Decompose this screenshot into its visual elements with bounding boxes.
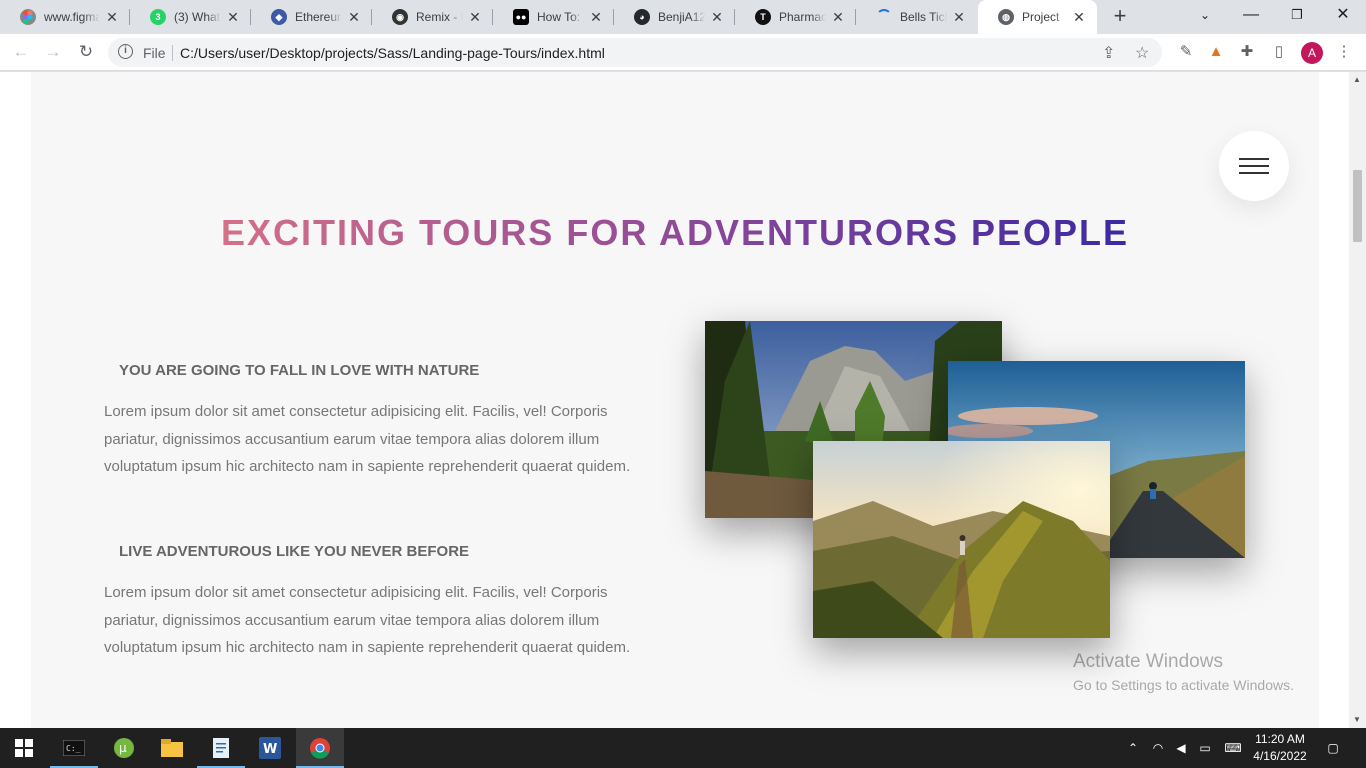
tab-close-icon[interactable]: ✕ [1071,9,1087,26]
tab-title: BenjiA123/ [658,10,705,24]
tab-close-icon[interactable]: ✕ [830,9,846,26]
menu-line [1239,165,1269,167]
tab-title: Bells Tickets [900,10,947,24]
keyboard-icon[interactable]: ⌨ [1220,728,1246,768]
mountain-ridge-hiker-photo [813,441,1110,638]
url-text[interactable]: C:/Users/user/Desktop/projects/Sass/Land… [180,45,605,61]
pen-extension-icon[interactable]: ✎ [1176,42,1196,62]
new-tab-button[interactable]: + [1108,5,1132,29]
scroll-up-icon[interactable]: ▲ [1353,75,1361,84]
page-scrollbar[interactable]: ▲ ▼ [1349,72,1366,728]
clock-date: 4/16/2022 [1253,749,1307,763]
notifications-icon[interactable]: ▢ [1322,728,1344,768]
tab-title: Remix - Ethereum IDE [416,10,463,24]
loading-icon [876,9,892,25]
browser-toolbar: ← → ↻ i File C:/Users/user/Desktop/proje… [0,34,1366,71]
tab-close-icon[interactable]: ✕ [346,9,362,26]
minimize-button[interactable]: — [1228,0,1274,34]
tab-title: (3) WhatsApp [174,10,221,24]
windows-taskbar: C:_ µ W ⌃ ◠ ◀ ▭ ⌨ 11:20 AM 4/16/2022 ▢ [0,728,1366,768]
side-panel-icon[interactable]: ▯ [1269,42,1289,62]
activate-windows-watermark: Activate Windows Go to Settings to activ… [1073,651,1294,693]
battery-icon[interactable]: ▭ [1196,728,1214,768]
remix-icon: ◉ [392,9,408,25]
menu-line [1239,172,1269,174]
taskbar-clock[interactable]: 11:20 AM 4/16/2022 [1248,731,1312,765]
tab-pharmacy[interactable]: T Pharmacy ✕ [735,0,856,34]
hamburger-menu-button[interactable] [1219,131,1289,201]
tab-figma[interactable]: www.figma.com ✕ [0,0,130,34]
tab-close-icon[interactable]: ✕ [709,9,725,26]
paragraph-nature: Lorem ipsum dolor sit amet consectetur a… [104,403,631,475]
section-heading: EXCITING TOURS FOR ADVENTURORS PEOPLE [31,212,1319,254]
clock-time: 11:20 AM [1255,732,1305,746]
volume-icon[interactable]: ◀ [1172,728,1190,768]
tab-close-icon[interactable]: ✕ [951,9,967,26]
utorrent-icon[interactable]: µ [100,728,148,768]
wifi-icon[interactable]: ◠ [1148,728,1168,768]
tab-close-icon[interactable]: ✕ [225,9,241,26]
forward-button[interactable]: → [41,40,65,64]
share-icon[interactable]: ⇪ [1102,43,1115,63]
figma-icon [20,9,36,25]
address-bar[interactable]: i File C:/Users/user/Desktop/projects/Sa… [108,38,1162,67]
omnibox-divider [172,45,173,61]
svg-text:µ: µ [119,741,127,755]
menu-dots-icon[interactable]: ⋮ [1334,42,1354,62]
tab-close-icon[interactable]: ✕ [104,9,120,26]
subheading-adventure: LIVE ADVENTUROUS LIKE YOU NEVER BEFORE [119,543,470,560]
profile-avatar[interactable]: A [1301,42,1323,64]
restore-button[interactable]: ❐ [1274,0,1320,34]
medium-icon: ●● [513,9,529,25]
notepad-icon[interactable] [197,728,245,768]
svg-text:C:_: C:_ [66,744,81,753]
svg-text:W: W [263,742,277,757]
tours-section: EXCITING TOURS FOR ADVENTURORS PEOPLE YO… [31,72,1319,728]
activate-subtitle: Go to Settings to activate Windows. [1073,677,1294,693]
bookmark-star-icon[interactable]: ☆ [1135,43,1149,63]
tab-bells[interactable]: Bells Tickets ✕ [856,0,977,34]
metamask-icon[interactable]: ▲ [1206,42,1226,62]
scheme-label: File [143,45,166,61]
tab-strip: www.figma.com ✕ 3 (3) WhatsApp ✕ ◆ Ether… [0,0,1366,34]
github-icon: ◕ [634,9,650,25]
tab-title: Ethereum Gas [295,10,342,24]
tab-medium[interactable]: ●● How To: Create ✕ [493,0,614,34]
tab-search-icon[interactable]: ⌄ [1182,0,1228,34]
menu-line [1239,158,1269,160]
close-window-button[interactable]: ✕ [1320,0,1366,34]
extensions-icon[interactable]: ✚ [1237,42,1257,62]
chrome-icon[interactable] [296,728,344,768]
tab-title: www.figma.com [44,10,100,24]
ethereum-icon: ◆ [271,9,287,25]
tab-title: How To: Create [537,10,584,24]
globe-icon: ◍ [998,9,1014,25]
file-explorer-icon[interactable] [148,728,196,768]
tab-remix[interactable]: ◉ Remix - Ethereum IDE ✕ [372,0,493,34]
page-viewport: EXCITING TOURS FOR ADVENTURORS PEOPLE YO… [0,72,1366,728]
tab-whatsapp[interactable]: 3 (3) WhatsApp ✕ [130,0,251,34]
reload-button[interactable]: ↻ [74,40,98,64]
scroll-down-icon[interactable]: ▼ [1353,715,1361,724]
tab-close-icon[interactable]: ✕ [467,9,483,26]
word-icon[interactable]: W [246,728,294,768]
tab-ethereum[interactable]: ◆ Ethereum Gas ✕ [251,0,372,34]
whatsapp-icon: 3 [150,9,166,25]
paragraph-adventure: Lorem ipsum dolor sit amet consectetur a… [104,584,631,656]
tray-overflow-icon[interactable]: ⌃ [1124,728,1142,768]
pharmacy-icon: T [755,9,771,25]
terminal-icon[interactable]: C:_ [50,728,98,768]
tab-project[interactable]: ◍ Project ✕ [978,0,1097,34]
tab-title: Pharmacy [779,10,826,24]
scrollbar-thumb[interactable] [1353,170,1362,242]
activate-title: Activate Windows [1073,651,1223,672]
start-icon[interactable] [0,728,48,768]
tab-close-icon[interactable]: ✕ [588,9,604,26]
tab-title: Project [1022,10,1060,24]
info-icon[interactable]: i [118,44,133,59]
tab-github[interactable]: ◕ BenjiA123/ ✕ [614,0,735,34]
subheading-nature: YOU ARE GOING TO FALL IN LOVE WITH NATUR… [119,362,480,379]
back-button[interactable]: ← [9,40,33,64]
